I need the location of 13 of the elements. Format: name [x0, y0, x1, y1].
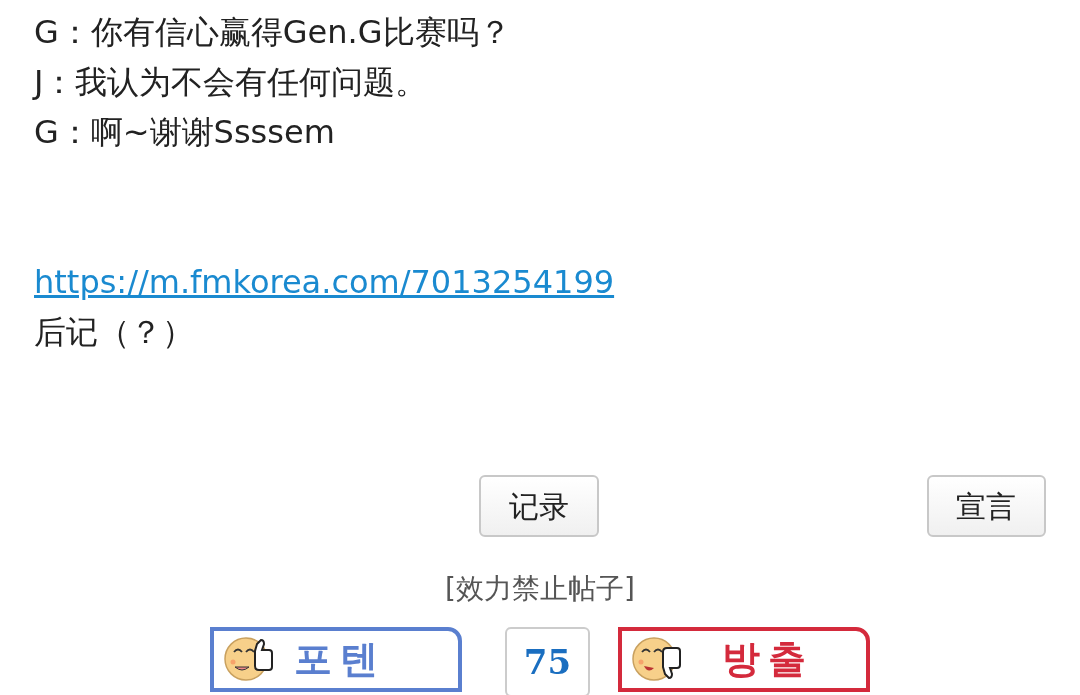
thumbs-up-face-icon: [224, 634, 274, 684]
vote-count: 75: [505, 627, 590, 695]
downvote-button[interactable]: 방출: [618, 626, 870, 692]
dialogue-line: J：我认为不会有任何问题。: [34, 62, 429, 103]
declare-button[interactable]: 宣言: [926, 475, 1046, 537]
record-button[interactable]: 记录: [479, 475, 599, 537]
dialogue-line: G：啊~谢谢Ssssem: [34, 112, 336, 153]
notice-text: [效力禁止帖子]: [445, 571, 635, 607]
thumbs-down-face-icon: [632, 634, 682, 684]
post-link[interactable]: https://m.fmkorea.com/7013254199: [34, 257, 615, 307]
dialogue-line: G：你有信心赢得Gen.G比赛吗？: [34, 12, 512, 53]
upvote-button[interactable]: 포텐: [210, 626, 462, 692]
afterword-text: 后记（？）: [34, 312, 194, 353]
